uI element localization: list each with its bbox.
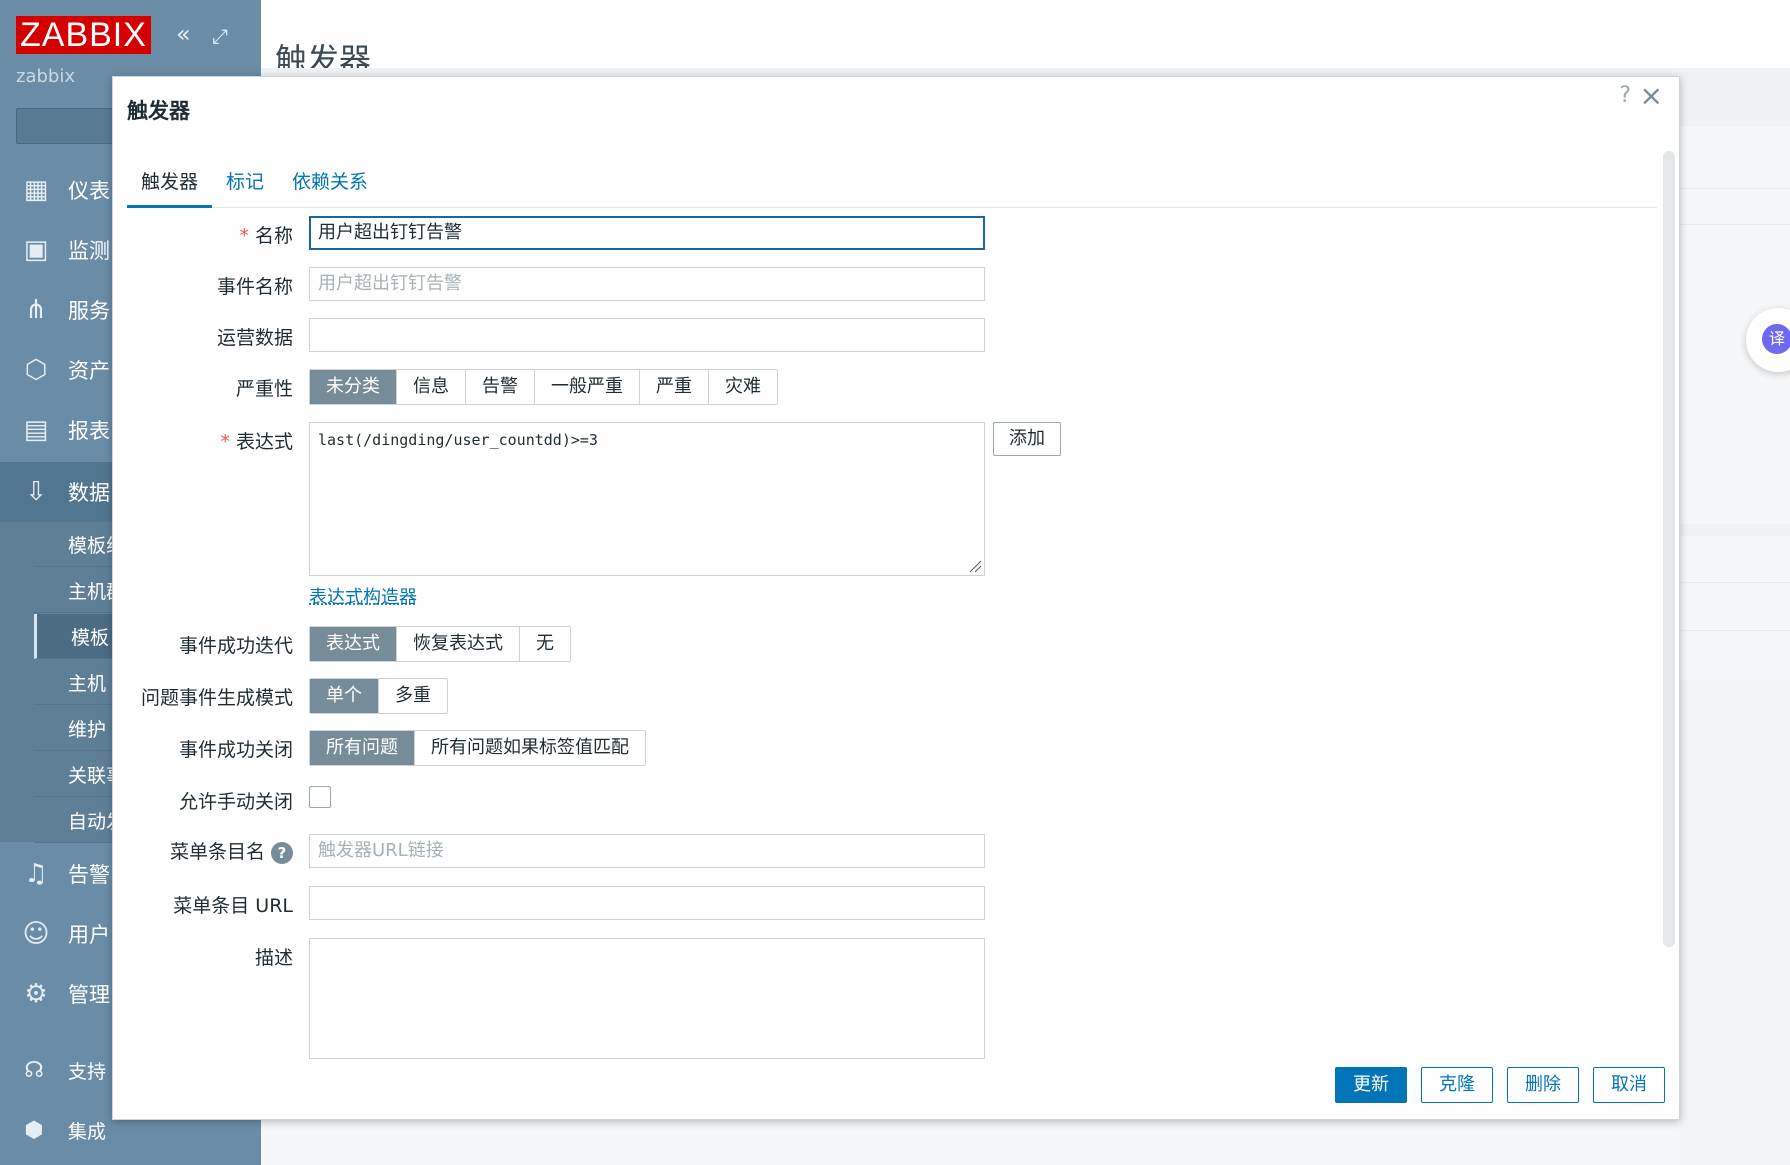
dialog-title: 触发器: [127, 95, 190, 125]
trigger-dialog: 触发器 ? × 触发器 标记 依赖关系 * 名称 用户超出钉钉告警 事件名称 用户…: [112, 76, 1680, 1120]
tab-trigger[interactable]: 触发器: [127, 159, 212, 208]
ok-event-closes-selector: 所有问题 所有问题如果标签值匹配: [309, 730, 646, 766]
users-icon: ☺: [18, 919, 54, 949]
problem-mode-label: 问题事件生成模式: [113, 683, 293, 710]
integrations-icon: ⬢: [16, 1118, 52, 1143]
dialog-scrollbar[interactable]: [1663, 151, 1675, 947]
double-chevron-left-icon[interactable]: «: [176, 20, 191, 48]
description-textarea[interactable]: [309, 938, 985, 1059]
manual-close-checkbox[interactable]: [309, 786, 331, 808]
problem-mode-single[interactable]: 单个: [310, 679, 379, 713]
operational-data-label: 运营数据: [113, 323, 293, 350]
severity-selector: 未分类 信息 告警 一般严重 严重 灾难: [309, 369, 778, 405]
ok-event-closes-label: 事件成功关闭: [113, 735, 293, 762]
translate-icon: 译: [1762, 324, 1790, 354]
severity-warning[interactable]: 告警: [466, 370, 535, 404]
menu-entry-name-label: 菜单条目名?: [113, 837, 293, 864]
expression-value: last(/dingding/user_countdd)>=3: [318, 431, 598, 449]
help-icon[interactable]: ?: [1619, 83, 1631, 108]
clone-button[interactable]: 克隆: [1421, 1067, 1493, 1103]
help-icon[interactable]: ?: [271, 842, 293, 864]
severity-information[interactable]: 信息: [397, 370, 466, 404]
update-button[interactable]: 更新: [1335, 1067, 1407, 1103]
ok-close-tag-match[interactable]: 所有问题如果标签值匹配: [415, 731, 645, 765]
name-label: * 名称: [113, 221, 293, 248]
ok-event-generation-selector: 表达式 恢复表达式 无: [309, 626, 571, 662]
monitoring-icon: ▣: [18, 235, 54, 265]
menu-entry-url-label: 菜单条目 URL: [113, 891, 293, 918]
kiosk-mode-icon[interactable]: ⤢: [212, 24, 228, 48]
inventory-icon: ⬡: [18, 355, 54, 385]
support-icon: ☊: [16, 1058, 52, 1083]
sidebar-username: zabbix: [16, 66, 75, 87]
delete-button[interactable]: 删除: [1507, 1067, 1579, 1103]
menu-entry-url-input[interactable]: [309, 886, 985, 920]
ok-event-generation-label: 事件成功迭代: [113, 631, 293, 658]
expression-textarea[interactable]: last(/dingding/user_countdd)>=3: [309, 422, 985, 576]
expression-label: * 表达式: [113, 427, 293, 454]
resize-grip-icon[interactable]: [968, 559, 982, 573]
ok-event-expression[interactable]: 表达式: [310, 627, 397, 661]
event-name-label: 事件名称: [113, 272, 293, 299]
administration-icon: ⚙: [18, 979, 54, 1009]
ok-event-none[interactable]: 无: [520, 627, 570, 661]
alerts-icon: ♫: [18, 859, 54, 889]
ok-close-all-problems[interactable]: 所有问题: [310, 731, 415, 765]
tab-dependencies[interactable]: 依赖关系: [278, 159, 382, 205]
name-input[interactable]: 用户超出钉钉告警: [309, 216, 985, 250]
expression-builder-link[interactable]: 表达式构造器: [309, 583, 417, 609]
severity-label: 严重性: [113, 374, 293, 401]
dialog-tabs: 触发器 标记 依赖关系: [127, 159, 1657, 208]
event-name-input[interactable]: 用户超出钉钉告警: [309, 267, 985, 301]
cancel-button[interactable]: 取消: [1593, 1067, 1665, 1103]
manual-close-label: 允许手动关闭: [113, 787, 293, 814]
dashboard-icon: ▦: [18, 175, 54, 205]
services-icon: ⋔: [18, 295, 54, 325]
menu-entry-name-input[interactable]: 触发器URL链接: [309, 834, 985, 868]
severity-high[interactable]: 严重: [640, 370, 709, 404]
zabbix-logo[interactable]: ZABBIX: [16, 16, 151, 54]
severity-average[interactable]: 一般严重: [535, 370, 640, 404]
reports-icon: ▤: [18, 415, 54, 445]
severity-disaster[interactable]: 灾难: [709, 370, 777, 404]
tab-tags[interactable]: 标记: [212, 159, 278, 205]
problem-mode-multiple[interactable]: 多重: [379, 679, 447, 713]
description-label: 描述: [113, 943, 293, 970]
data-collection-icon: ⇩: [18, 477, 54, 507]
add-expression-button[interactable]: 添加: [993, 422, 1061, 456]
problem-mode-selector: 单个 多重: [309, 678, 448, 714]
close-icon[interactable]: ×: [1640, 79, 1663, 112]
severity-not-classified[interactable]: 未分类: [310, 370, 397, 404]
operational-data-input[interactable]: [309, 318, 985, 352]
ok-event-recovery-expression[interactable]: 恢复表达式: [397, 627, 520, 661]
